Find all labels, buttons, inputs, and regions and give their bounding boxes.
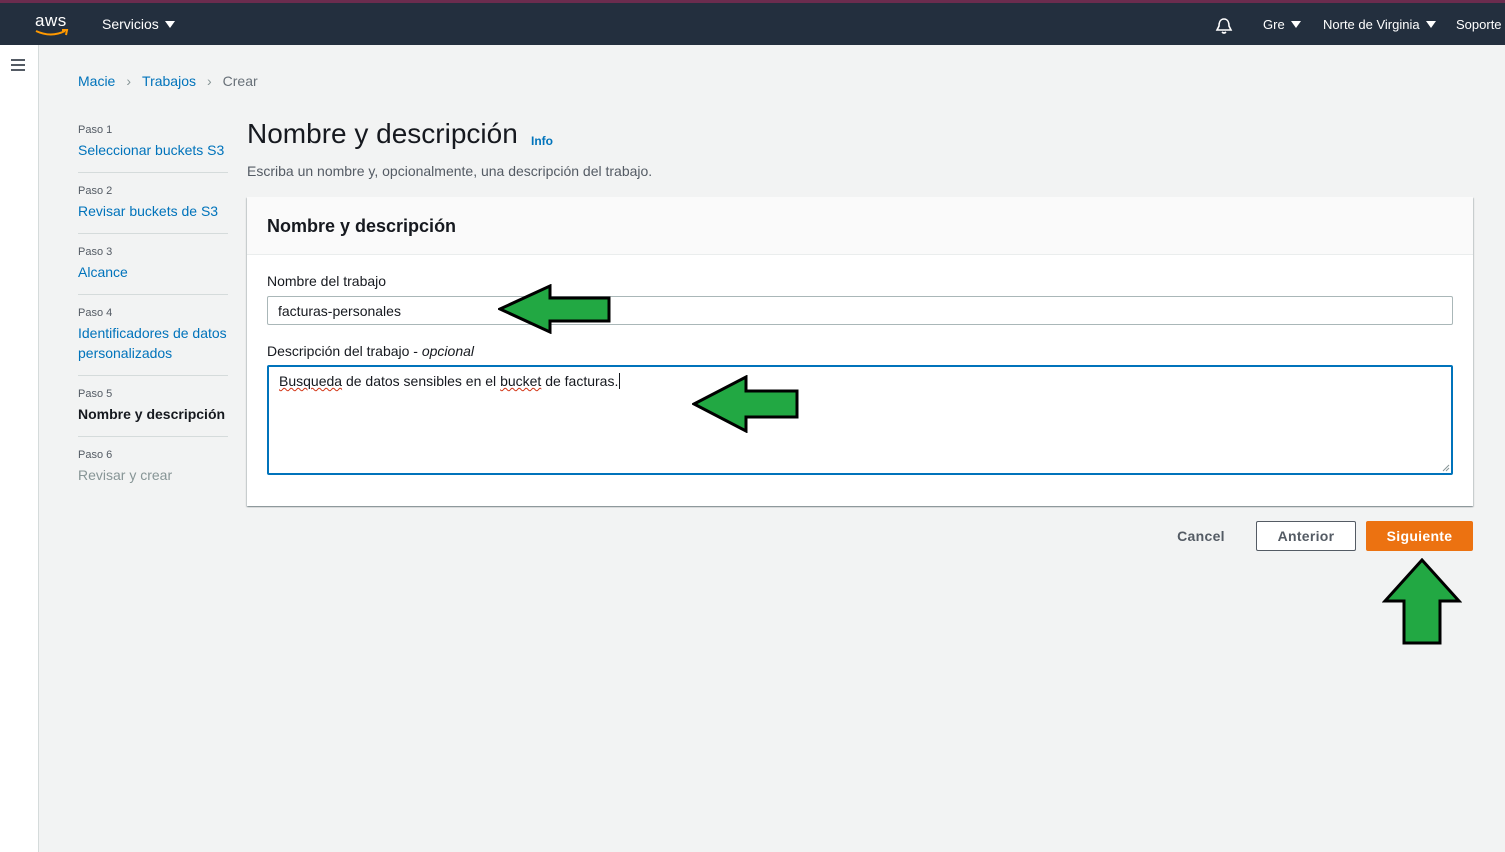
step-number: Paso 5: [78, 388, 113, 400]
job-description-label-text: Descripción del trabajo -: [267, 343, 422, 359]
optional-tag: opcional: [421, 343, 475, 359]
step-link[interactable]: Alcance: [78, 262, 228, 282]
job-name-label: Nombre del trabajo: [267, 273, 387, 289]
wizard-step-3: Paso 3 Alcance: [78, 246, 228, 295]
resize-handle-icon[interactable]: [1442, 464, 1450, 472]
breadcrumb-trabajos[interactable]: Trabajos: [142, 73, 196, 89]
wizard-step-6: Paso 6 Revisar y crear: [78, 449, 228, 497]
top-navigation-bar: aws Servicios Gre Norte de Virginia Sopo…: [0, 0, 1505, 45]
wizard-step-1: Paso 1 Seleccionar buckets S3: [78, 124, 228, 173]
services-label: Servicios: [102, 16, 159, 32]
annotation-arrow-left-icon: [692, 375, 799, 433]
job-description-textarea[interactable]: Busqueda de datos sensibles en el bucket…: [267, 365, 1453, 475]
step-link[interactable]: Identificadores de datos personalizados: [78, 323, 228, 363]
chevron-right-icon: ›: [206, 73, 212, 89]
support-label: Soporte: [1456, 17, 1502, 32]
job-description-label: Descripción del trabajo - opcional: [267, 343, 474, 359]
annotation-arrow-left-icon: [498, 284, 611, 334]
menu-icon[interactable]: [11, 59, 25, 74]
breadcrumb-current: Crear: [222, 73, 258, 89]
wizard-step-4: Paso 4 Identificadores de datos personal…: [78, 307, 228, 376]
annotation-arrow-up-icon: [1382, 558, 1462, 645]
services-menu[interactable]: Servicios: [102, 16, 175, 32]
step-disabled: Revisar y crear: [78, 467, 173, 483]
side-navigation-rail: [0, 45, 39, 852]
description-text: de datos sensibles en el: [342, 373, 501, 389]
account-label: Gre: [1263, 17, 1285, 32]
bell-icon[interactable]: [1214, 16, 1234, 36]
panel-header: Nombre y descripción: [247, 197, 1473, 255]
chevron-down-icon: [164, 20, 175, 28]
wizard-step-2: Paso 2 Revisar buckets de S3: [78, 185, 228, 234]
step-link[interactable]: Revisar buckets de S3: [78, 201, 228, 221]
step-number: Paso 2: [78, 185, 113, 197]
next-button[interactable]: Siguiente: [1366, 521, 1473, 551]
wizard-step-5: Paso 5 Nombre y descripción: [78, 388, 228, 437]
aws-logo-text: aws: [35, 11, 67, 30]
chevron-down-icon: [1425, 21, 1436, 28]
account-menu[interactable]: Gre: [1263, 17, 1301, 32]
chevron-right-icon: ›: [126, 73, 132, 89]
breadcrumb: Macie › Trabajos › Crear: [78, 73, 258, 89]
cancel-button[interactable]: Cancel: [1160, 521, 1242, 551]
support-menu[interactable]: Soporte: [1456, 17, 1502, 32]
aws-logo[interactable]: aws: [35, 11, 71, 39]
step-current: Nombre y descripción: [78, 406, 226, 422]
region-menu[interactable]: Norte de Virginia: [1323, 17, 1436, 32]
region-label: Norte de Virginia: [1323, 17, 1420, 32]
text-cursor: [619, 373, 621, 389]
page-title: Nombre y descripción: [247, 118, 518, 149]
step-number: Paso 6: [78, 449, 113, 461]
previous-button[interactable]: Anterior: [1256, 521, 1356, 551]
misspelled-word: Busqueda: [279, 373, 343, 389]
step-number: Paso 1: [78, 124, 113, 136]
job-name-input[interactable]: facturas-personales: [267, 296, 1453, 325]
step-number: Paso 4: [78, 307, 113, 319]
wizard-steps: Paso 1 Seleccionar buckets S3 Paso 2 Rev…: [78, 124, 228, 509]
step-link[interactable]: Seleccionar buckets S3: [78, 140, 228, 160]
chevron-down-icon: [1290, 21, 1301, 28]
misspelled-word: bucket: [500, 373, 542, 389]
info-link[interactable]: Info: [531, 134, 553, 148]
step-number: Paso 3: [78, 246, 113, 258]
breadcrumb-macie[interactable]: Macie: [78, 73, 115, 89]
description-text: de facturas.: [541, 373, 619, 389]
name-description-panel: Nombre y descripción Nombre del trabajo …: [247, 197, 1473, 506]
aws-smile-icon: [35, 29, 69, 36]
page-description: Escriba un nombre y, opcionalmente, una …: [247, 163, 653, 179]
